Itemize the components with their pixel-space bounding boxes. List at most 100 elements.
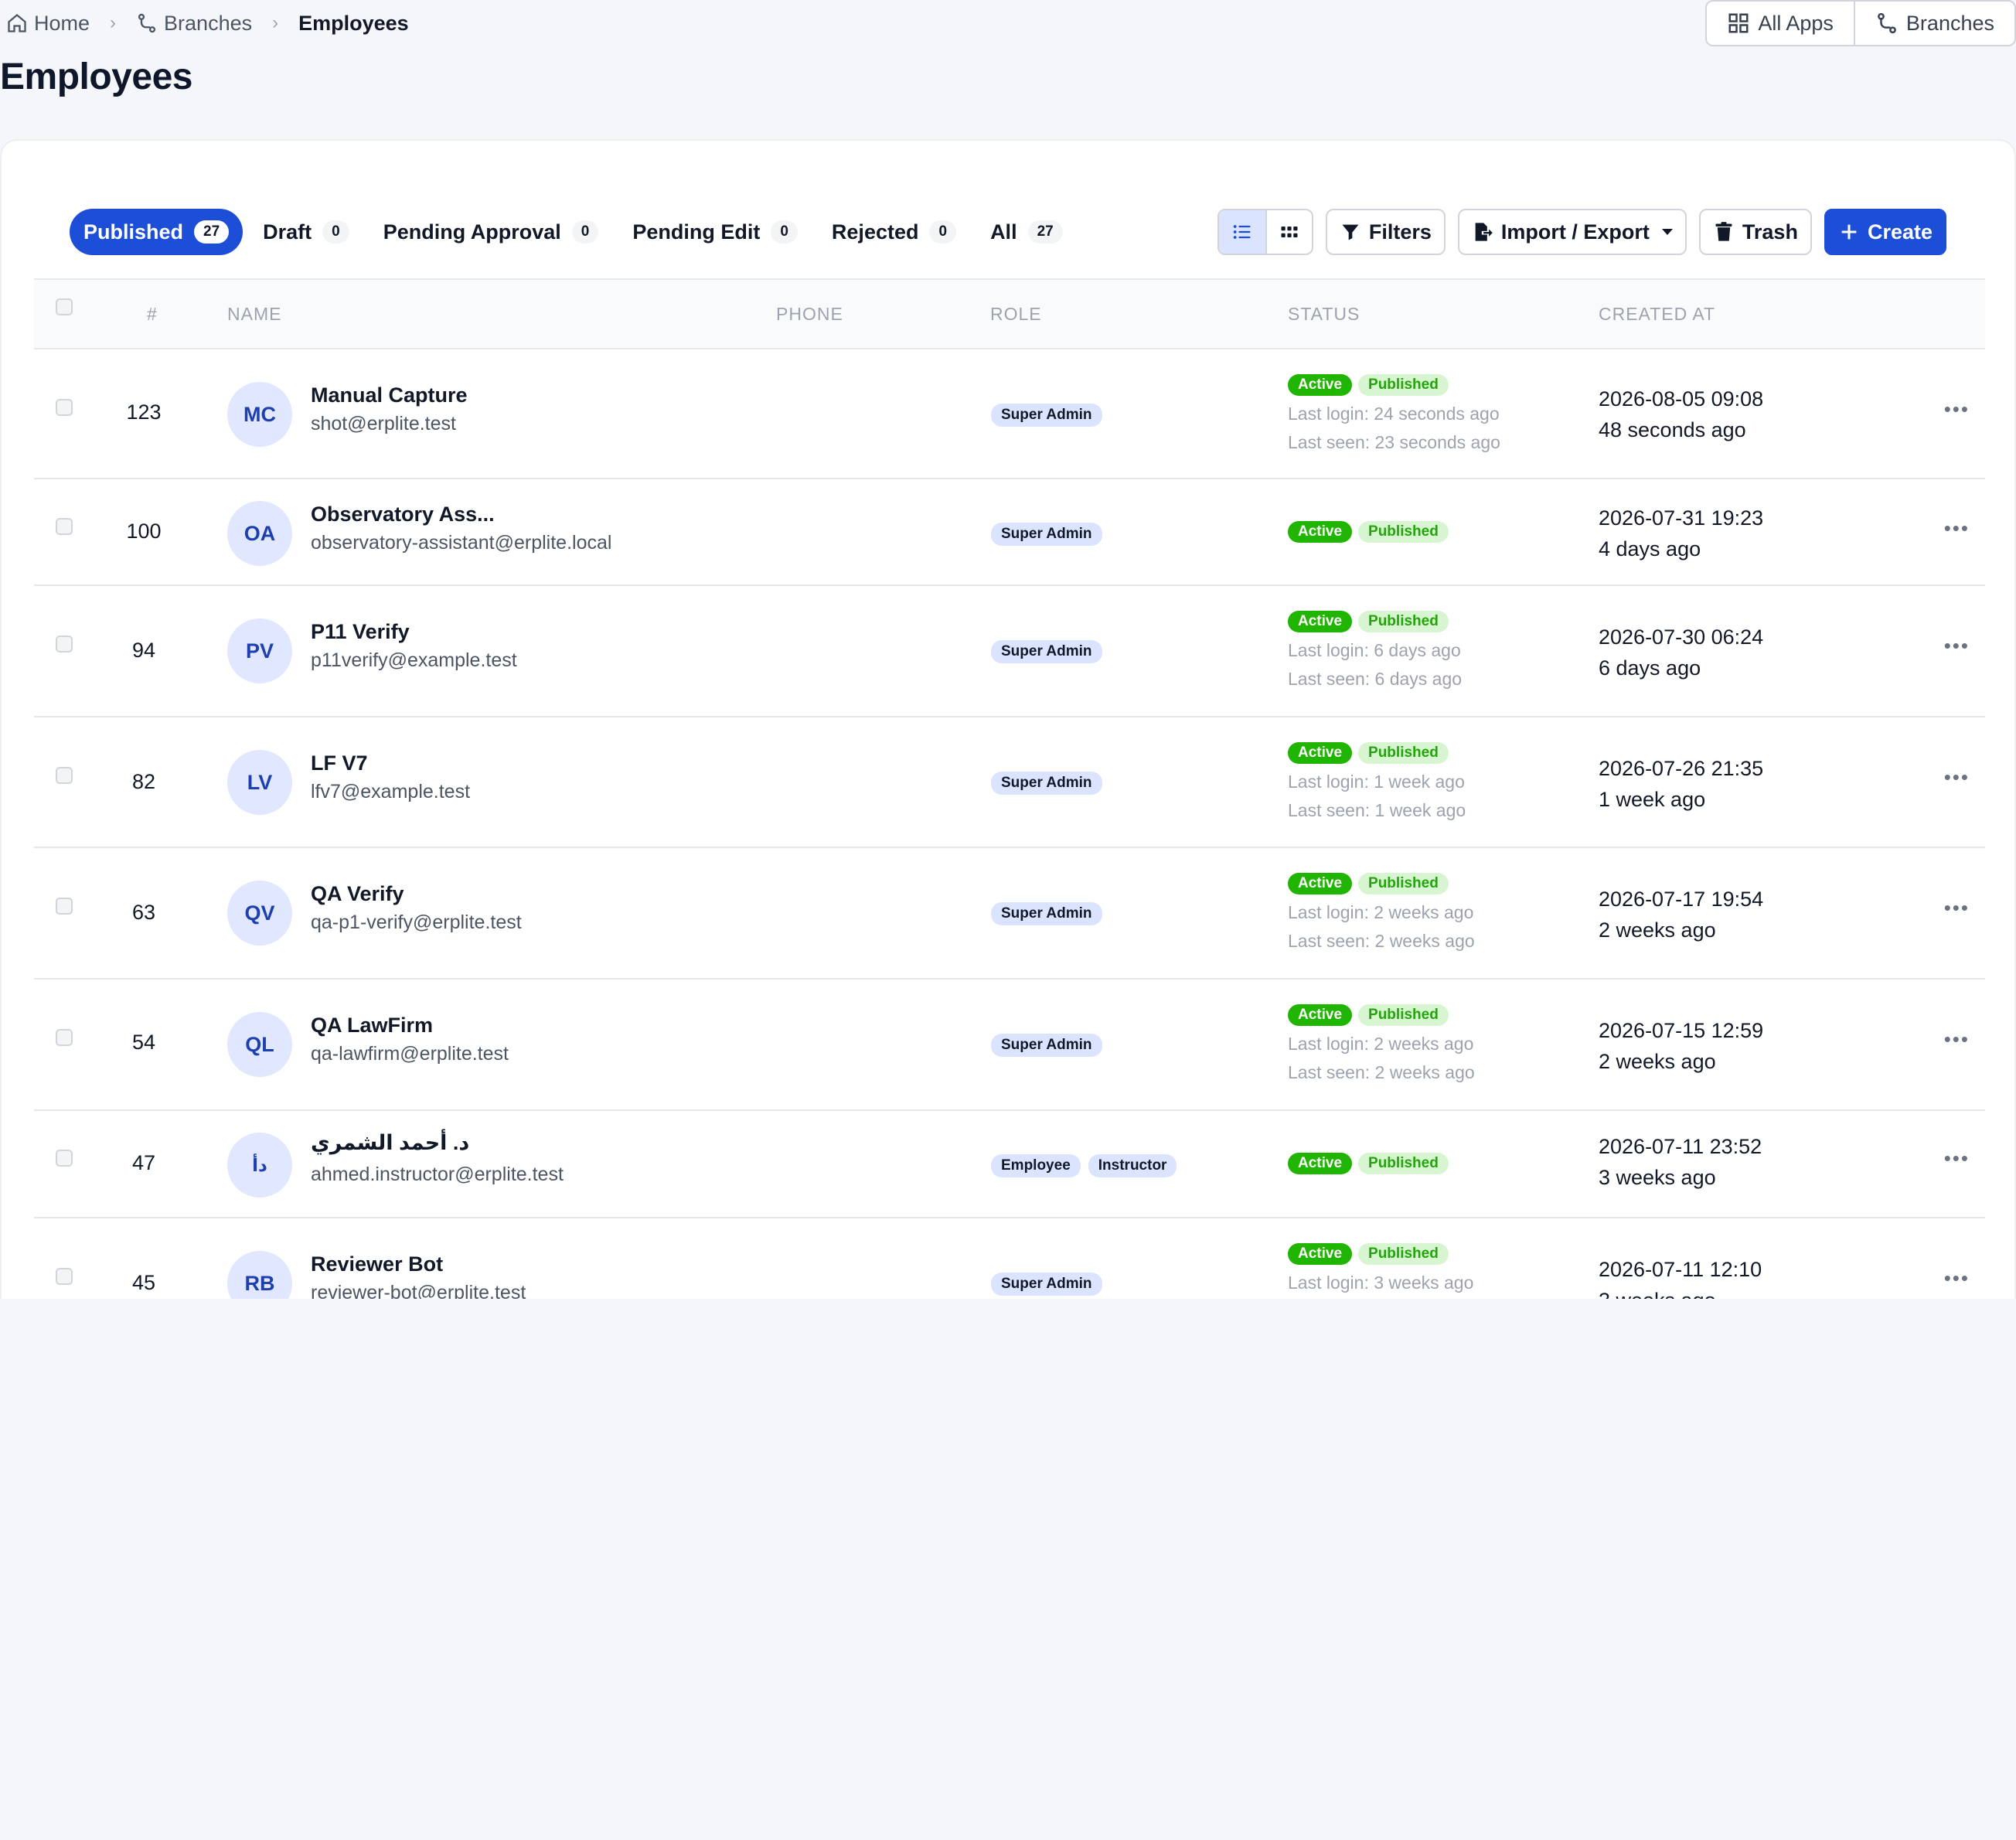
more-actions-icon[interactable]: ••• (1944, 634, 1970, 658)
row-checkbox[interactable] (56, 518, 73, 535)
column-header-created-at[interactable]: CREATED AT (1599, 280, 1715, 348)
top-bar: Home › Branches › Employees All Apps Bra… (0, 0, 2016, 46)
grid-view-button[interactable] (1265, 210, 1312, 254)
role-badges: Super Admin (991, 404, 1102, 427)
row-checkbox[interactable] (56, 1268, 73, 1285)
avatar: QV (227, 881, 292, 946)
row-checkbox[interactable] (56, 767, 73, 784)
tab-draft[interactable]: Draft 0 (249, 209, 363, 255)
table-row[interactable]: 100 OA Observatory Ass... observatory-as… (34, 479, 1985, 586)
more-actions-icon[interactable]: ••• (1944, 1027, 1970, 1051)
tab-count: 0 (322, 220, 349, 244)
filters-button[interactable]: Filters (1325, 209, 1446, 255)
role-badges: Super Admin (991, 640, 1102, 663)
active-badge: Active (1288, 611, 1353, 632)
employee-name[interactable]: Manual Capture (311, 383, 468, 407)
select-all-checkbox[interactable] (56, 298, 73, 315)
file-export-icon (1475, 223, 1493, 241)
row-checkbox[interactable] (56, 898, 73, 915)
row-checkbox[interactable] (56, 1029, 73, 1046)
column-header-status[interactable]: STATUS (1288, 280, 1360, 348)
all-apps-button[interactable]: All Apps (1707, 2, 1854, 45)
tab-rejected[interactable]: Rejected 0 (818, 209, 970, 255)
grid-icon (1728, 13, 1749, 33)
more-actions-icon[interactable]: ••• (1944, 516, 1970, 540)
role-badge: Super Admin (991, 1034, 1102, 1057)
employee-name[interactable]: QA Verify (311, 882, 404, 906)
grid-dots-icon (1281, 227, 1298, 237)
active-badge: Active (1288, 873, 1353, 894)
column-header-role[interactable]: ROLE (990, 280, 1042, 348)
created-at: 2026-07-11 12:103 weeks ago (1599, 1258, 1762, 1299)
employee-email: lfv7@example.test (311, 781, 471, 802)
avatar: MC (227, 382, 292, 447)
role-badges: Super Admin (991, 902, 1102, 925)
avatar: RB (227, 1251, 292, 1299)
employee-email: qa-p1-verify@erplite.test (311, 911, 522, 933)
role-badges: Employee Instructor (991, 1154, 1177, 1177)
table-row[interactable]: 45 RB Reviewer Bot reviewer-bot@erplite.… (34, 1218, 1985, 1299)
published-badge: Published (1358, 611, 1449, 632)
tab-count: 0 (571, 220, 599, 244)
list-view-button[interactable] (1218, 210, 1265, 254)
table-row[interactable]: 54 QL QA LawFirm qa-lawfirm@erplite.test… (34, 980, 1985, 1111)
published-badge: Published (1358, 873, 1449, 894)
breadcrumb-branches[interactable]: Branches (136, 12, 252, 36)
column-header-phone[interactable]: PHONE (776, 280, 843, 348)
published-badge: Published (1358, 374, 1449, 396)
table-header: # NAME PHONE ROLE STATUS CREATED AT (34, 278, 1985, 349)
table-row[interactable]: 123 MC Manual Capture shot@erplite.test … (34, 349, 1985, 479)
import-export-button[interactable]: Import / Export (1457, 209, 1687, 255)
breadcrumb: Home › Branches › Employees (6, 8, 409, 39)
row-id: 45 (131, 1271, 156, 1294)
employee-name[interactable]: Reviewer Bot (311, 1252, 443, 1276)
tab-published[interactable]: Published 27 (70, 209, 243, 255)
role-badge: Instructor (1088, 1154, 1177, 1177)
employee-name[interactable]: Observatory Ass... (311, 503, 495, 526)
more-actions-icon[interactable]: ••• (1944, 1147, 1970, 1170)
table-row[interactable]: 47 دأ د. أحمد الشمري ahmed.instructor@er… (34, 1111, 1985, 1218)
created-at: 2026-07-15 12:59 2 weeks ago (1599, 1019, 1764, 1073)
page-title: Employees (0, 56, 192, 97)
last-seen: Last seen: 1 week ago (1288, 800, 1466, 820)
trash-button[interactable]: Trash (1698, 209, 1812, 255)
breadcrumb-home[interactable]: Home (6, 12, 90, 36)
branch-icon (1878, 12, 1896, 34)
employee-email: qa-lawfirm@erplite.test (311, 1043, 509, 1065)
employee-name[interactable]: LF V7 (311, 751, 368, 775)
active-badge: Active (1288, 1153, 1353, 1174)
trash-icon (1715, 222, 1732, 241)
created-at: 2026-07-31 19:23 4 days ago (1599, 506, 1764, 561)
more-actions-icon[interactable]: ••• (1944, 765, 1970, 789)
last-seen: Last seen: 6 days ago (1288, 669, 1463, 689)
table-row[interactable]: 82 LV LF V7 lfv7@example.test Super Admi… (34, 717, 1985, 848)
branches-button[interactable]: Branches (1853, 2, 2014, 45)
table-row[interactable]: 63 QV QA Verify qa-p1-verify@erplite.tes… (34, 848, 1985, 980)
row-checkbox[interactable] (56, 399, 73, 416)
published-badge: Published (1358, 1243, 1449, 1265)
last-seen: Last seen: 2 weeks ago (1288, 1062, 1475, 1082)
created-at: 2026-07-17 19:54 2 weeks ago (1599, 888, 1764, 942)
role-badge: Super Admin (991, 772, 1102, 795)
row-checkbox[interactable] (56, 1150, 73, 1167)
published-badge: Published (1358, 1004, 1449, 1026)
employee-name[interactable]: P11 Verify (311, 620, 410, 644)
active-badge: Active (1288, 521, 1353, 543)
create-button[interactable]: Create (1824, 209, 1946, 255)
employee-name[interactable]: QA LawFirm (311, 1014, 433, 1038)
table-row[interactable]: 94 PV P11 Verify p11verify@example.test … (34, 586, 1985, 717)
employee-email: p11verify@example.test (311, 649, 517, 671)
column-header-name[interactable]: NAME (227, 280, 281, 348)
tab-all[interactable]: All 27 (976, 209, 1077, 255)
more-actions-icon[interactable]: ••• (1944, 1266, 1970, 1290)
more-actions-icon[interactable]: ••• (1944, 397, 1970, 421)
last-login: Last login: 1 week ago (1288, 772, 1465, 792)
employee-name[interactable]: د. أحمد الشمري (311, 1131, 469, 1155)
avatar: LV (227, 750, 292, 815)
home-icon (8, 13, 26, 32)
row-checkbox[interactable] (56, 635, 73, 653)
status-cell: Active Published Last login: 1 week ago L… (1288, 742, 1466, 821)
tab-pending-edit[interactable]: Pending Edit 0 (618, 209, 812, 255)
tab-pending-approval[interactable]: Pending Approval 0 (369, 209, 613, 255)
more-actions-icon[interactable]: ••• (1944, 896, 1970, 920)
